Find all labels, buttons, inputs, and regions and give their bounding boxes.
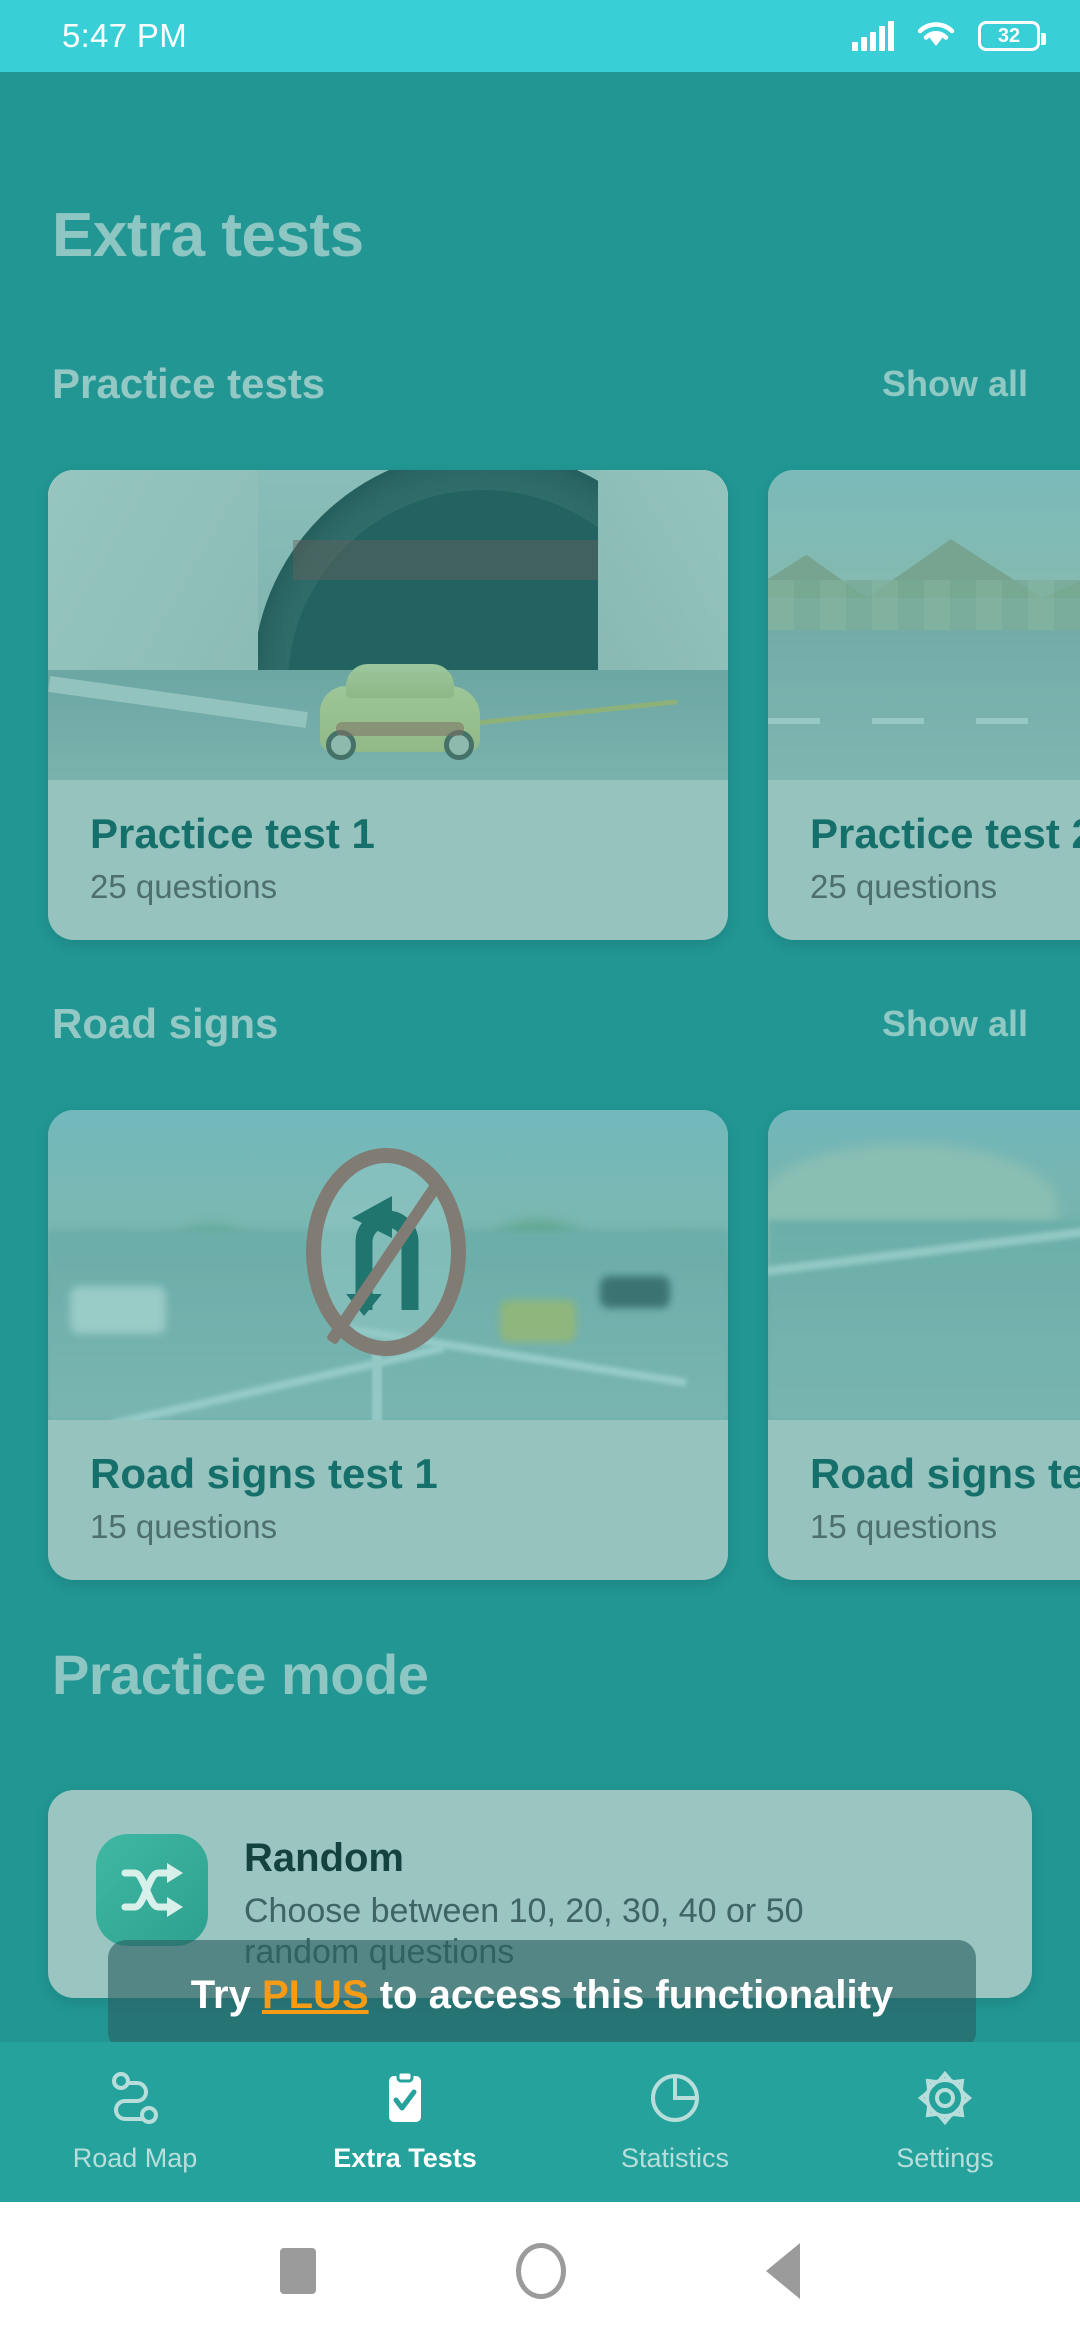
- route-icon: [107, 2070, 163, 2131]
- card-subtitle: 25 questions: [810, 868, 998, 905]
- section-header-road-signs: Road signs Show all: [0, 1000, 1080, 1048]
- shuffle-icon: [96, 1834, 208, 1946]
- practice-mode-item-title: Random: [244, 1836, 404, 1880]
- page-title: Extra tests: [52, 201, 364, 270]
- card-title: Road signs test 2: [810, 1450, 1080, 1497]
- section-title: Practice tests: [52, 360, 326, 407]
- signal-icon: [852, 21, 894, 51]
- battery-level: 32: [997, 25, 1021, 47]
- card-title: Practice test 1: [90, 810, 375, 857]
- section-header-practice-tests: Practice tests Show all: [0, 360, 1080, 408]
- battery-icon: 32: [978, 21, 1046, 51]
- status-bar: 5:47 PM 32: [0, 0, 1080, 72]
- practice-test-card[interactable]: Practice test 1 25 questions: [48, 470, 728, 940]
- show-all-practice-tests[interactable]: Show all: [882, 363, 1028, 405]
- wifi-icon: [916, 19, 956, 54]
- nav-label: Road Map: [72, 2143, 198, 2173]
- practice-mode-title: Practice mode: [52, 1643, 429, 1706]
- system-navigation-bar: [0, 2202, 1080, 2340]
- bottom-navigation: Road Map Extra Tests Statistics Settings: [0, 2042, 1080, 2202]
- nav-item-statistics[interactable]: Statistics: [540, 2070, 810, 2174]
- nav-item-extra-tests[interactable]: Extra Tests: [270, 2070, 540, 2174]
- show-all-road-signs[interactable]: Show all: [882, 1003, 1028, 1045]
- nav-label: Settings: [896, 2143, 994, 2173]
- card-subtitle: 25 questions: [90, 868, 278, 905]
- home-button[interactable]: [516, 2243, 566, 2299]
- card-image-tunnel: [48, 470, 728, 780]
- toast-message: Try PLUS to access this functionality: [191, 1973, 893, 2018]
- nav-label: Statistics: [620, 2143, 730, 2173]
- plus-link[interactable]: PLUS: [262, 1973, 369, 2017]
- card-title: Practice test 2: [810, 810, 1080, 857]
- road-signs-carousel[interactable]: Road signs test 1 15 questions Road sign…: [0, 1110, 1080, 1580]
- road-signs-card[interactable]: Road signs test 1 15 questions: [48, 1110, 728, 1580]
- card-image-curve-sign: [768, 1110, 1080, 1420]
- card-subtitle: 15 questions: [90, 1508, 278, 1545]
- card-image-desert: [768, 470, 1080, 780]
- gear-icon: [917, 2070, 973, 2131]
- status-icons: 32: [852, 19, 1046, 54]
- nav-item-road-map[interactable]: Road Map: [0, 2070, 270, 2174]
- section-title: Road signs: [52, 1000, 279, 1047]
- back-button[interactable]: [766, 2243, 800, 2299]
- recents-button[interactable]: [280, 2248, 316, 2294]
- pie-chart-icon: [647, 2070, 703, 2131]
- road-signs-card[interactable]: Road signs test 2 15 questions: [768, 1110, 1080, 1580]
- toast-prefix: Try: [190, 1972, 262, 2017]
- card-subtitle: 15 questions: [810, 1508, 998, 1545]
- status-time: 5:47 PM: [62, 17, 187, 54]
- practice-tests-carousel[interactable]: Practice test 1 25 questions Practice te…: [0, 470, 1080, 940]
- plus-upsell-toast[interactable]: Try PLUS to access this functionality: [108, 1940, 976, 2050]
- toast-suffix: to access this functionality: [368, 1972, 894, 2017]
- app-content: Extra tests Practice tests Show all Prac…: [0, 72, 1080, 2202]
- practice-test-card[interactable]: Practice test 2 25 questions: [768, 470, 1080, 940]
- nav-item-settings[interactable]: Settings: [810, 2070, 1080, 2174]
- nav-label: Extra Tests: [333, 2143, 477, 2173]
- clipboard-check-icon: [377, 2070, 433, 2131]
- card-image-no-u-turn: [48, 1110, 728, 1420]
- card-title: Road signs test 1: [90, 1450, 438, 1497]
